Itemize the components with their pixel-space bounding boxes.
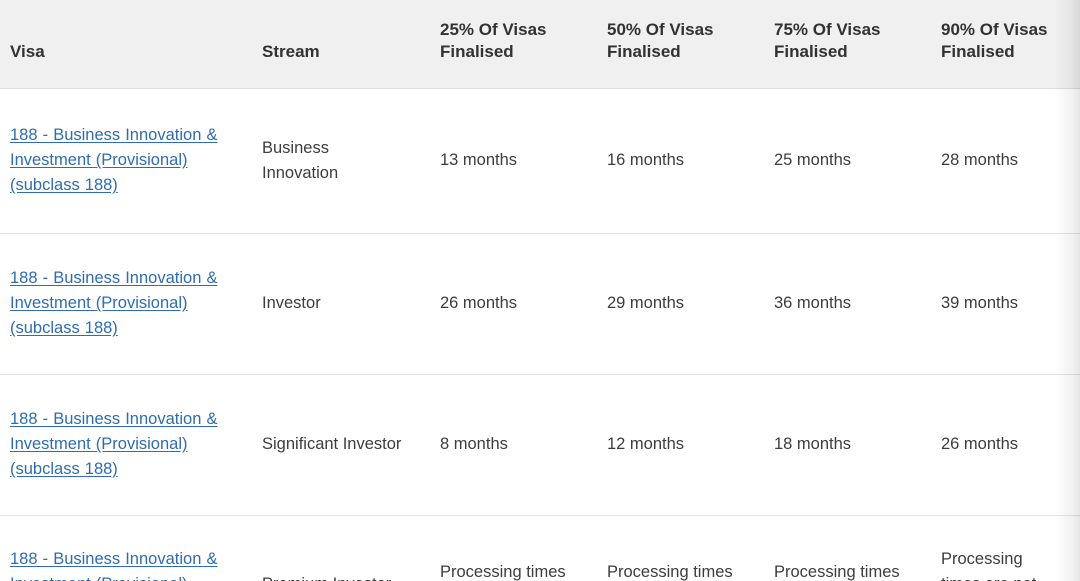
processing-time-value: 36 months bbox=[774, 294, 852, 313]
table-body: 188 - Business Innovation & Investment (… bbox=[0, 88, 1080, 581]
cell-90-percent: 26 months bbox=[931, 374, 1080, 516]
cell-50-percent: 29 months bbox=[597, 233, 764, 375]
table-header-row: Visa Stream 25% Of Visas Finalised 50% O… bbox=[0, 0, 1080, 89]
cell-50-percent: 16 months bbox=[597, 88, 764, 234]
column-header-75-percent-line1: 75% Of Visas bbox=[774, 19, 881, 39]
cell-90-percent: Processing times are not available bbox=[931, 515, 1080, 581]
processing-time-value: 12 months bbox=[607, 435, 685, 454]
visa-link[interactable]: 188 - Business Innovation & Investment (… bbox=[10, 269, 217, 337]
cell-75-percent: 18 months bbox=[764, 374, 931, 516]
column-header-25-percent: 25% Of Visas Finalised bbox=[430, 0, 597, 89]
visa-link[interactable]: 188 - Business Innovation & Investment (… bbox=[10, 550, 217, 581]
processing-time-value: Processing times are not available bbox=[941, 550, 1036, 581]
cell-stream: Significant Investor bbox=[252, 374, 430, 516]
visa-link[interactable]: 188 - Business Innovation & Investment (… bbox=[10, 410, 217, 478]
processing-time-value: 28 months bbox=[941, 151, 1019, 170]
processing-time-value: 8 months bbox=[440, 435, 508, 454]
table-row: 188 - Business Innovation & Investment (… bbox=[0, 374, 1080, 516]
column-header-90-percent-line1: 90% Of Visas bbox=[941, 19, 1048, 39]
processing-time-value: Processing times are not available bbox=[774, 562, 900, 581]
processing-time-value: 29 months bbox=[607, 294, 685, 313]
stream-value: Significant Investor bbox=[262, 435, 402, 454]
visa-link[interactable]: 188 - Business Innovation & Investment (… bbox=[10, 126, 217, 194]
column-header-50-percent-line1: 50% Of Visas bbox=[607, 19, 714, 39]
column-header-75-percent: 75% Of Visas Finalised bbox=[764, 0, 931, 89]
column-header-stream: Stream bbox=[252, 0, 430, 89]
column-header-75-percent-line2: Finalised bbox=[774, 42, 848, 62]
cell-visa: 188 - Business Innovation & Investment (… bbox=[0, 88, 252, 234]
table-row: 188 - Business Innovation & Investment (… bbox=[0, 233, 1080, 375]
processing-time-value: Processing times are not available bbox=[607, 562, 733, 581]
cell-visa: 188 - Business Innovation & Investment (… bbox=[0, 374, 252, 516]
processing-time-value: 16 months bbox=[607, 151, 685, 170]
visa-processing-times-table: Visa Stream 25% Of Visas Finalised 50% O… bbox=[0, 0, 1080, 581]
stream-value: Premium Investor bbox=[262, 572, 408, 581]
cell-75-percent: 25 months bbox=[764, 88, 931, 234]
processing-time-value: 39 months bbox=[941, 294, 1019, 313]
column-header-25-percent-line1: 25% Of Visas bbox=[440, 19, 547, 39]
processing-times-table-container[interactable]: Visa Stream 25% Of Visas Finalised 50% O… bbox=[0, 0, 1080, 581]
table-header: Visa Stream 25% Of Visas Finalised 50% O… bbox=[0, 0, 1080, 89]
processing-time-value: 26 months bbox=[941, 435, 1019, 454]
table-row: 188 - Business Innovation & Investment (… bbox=[0, 88, 1080, 234]
column-header-visa-label: Visa bbox=[10, 42, 45, 62]
cell-25-percent: 13 months bbox=[430, 88, 597, 234]
cell-75-percent: Processing times are not available bbox=[764, 515, 931, 581]
cell-stream: Investor bbox=[252, 233, 430, 375]
cell-90-percent: 28 months bbox=[931, 88, 1080, 234]
cell-90-percent: 39 months bbox=[931, 233, 1080, 375]
stream-value: Business Innovation bbox=[262, 138, 339, 182]
table-row: 188 - Business Innovation & Investment (… bbox=[0, 515, 1080, 581]
cell-stream: Premium Investor bbox=[252, 515, 430, 581]
cell-25-percent: Processing times are not available bbox=[430, 515, 597, 581]
processing-time-value: 26 months bbox=[440, 294, 518, 313]
cell-25-percent: 8 months bbox=[430, 374, 597, 516]
cell-visa: 188 - Business Innovation & Investment (… bbox=[0, 515, 252, 581]
column-header-50-percent-line2: Finalised bbox=[607, 42, 681, 62]
processing-time-value: 18 months bbox=[774, 435, 852, 454]
column-header-stream-label: Stream bbox=[262, 42, 320, 62]
cell-75-percent: 36 months bbox=[764, 233, 931, 375]
cell-50-percent: 12 months bbox=[597, 374, 764, 516]
column-header-25-percent-line2: Finalised bbox=[440, 42, 514, 62]
cell-50-percent: Processing times are not available bbox=[597, 515, 764, 581]
processing-time-value: Processing times are not available bbox=[440, 562, 566, 581]
stream-value: Investor bbox=[262, 294, 321, 313]
cell-stream: Business Innovation bbox=[252, 88, 430, 234]
cell-25-percent: 26 months bbox=[430, 233, 597, 375]
column-header-50-percent: 50% Of Visas Finalised bbox=[597, 0, 764, 89]
cell-visa: 188 - Business Innovation & Investment (… bbox=[0, 233, 252, 375]
processing-time-value: 25 months bbox=[774, 151, 852, 170]
processing-time-value: 13 months bbox=[440, 151, 518, 170]
column-header-visa: Visa bbox=[0, 0, 252, 89]
column-header-90-percent: 90% Of Visas Finalised bbox=[931, 0, 1080, 89]
column-header-90-percent-line2: Finalised bbox=[941, 42, 1015, 62]
